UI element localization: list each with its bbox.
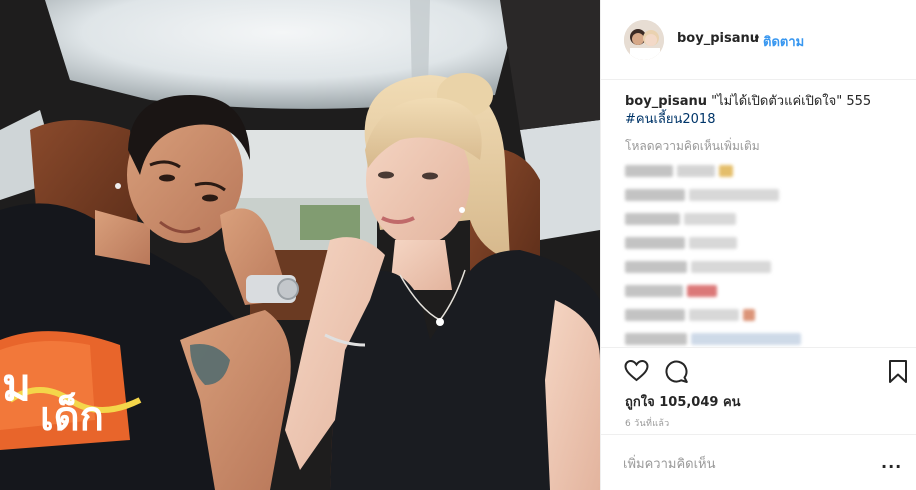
caption-text: "ไม่ได้เปิดตัวแค่เปิดใจ" 555: [711, 94, 872, 109]
bookmark-icon[interactable]: [888, 359, 908, 388]
heart-icon[interactable]: [624, 359, 649, 387]
avatar-image: [624, 20, 664, 60]
post-header: boy_pisanu • ติดตาม: [601, 0, 916, 80]
blurred-comment: [625, 258, 775, 273]
caption-username[interactable]: boy_pisanu: [625, 94, 707, 109]
blurred-comment: [625, 282, 721, 297]
follow-button[interactable]: ติดตาม: [763, 31, 804, 52]
blurred-comment: [625, 330, 805, 345]
avatar[interactable]: [624, 20, 664, 60]
comment-icon[interactable]: [664, 359, 689, 388]
header-separator: •: [753, 31, 761, 46]
blurred-comment: [625, 162, 737, 177]
blurred-comment: [625, 186, 783, 201]
more-icon[interactable]: ...: [881, 453, 902, 472]
post-username[interactable]: boy_pisanu: [677, 31, 759, 46]
likes-count[interactable]: ถูกใจ 105,049 คน: [625, 391, 741, 412]
action-bar: [601, 347, 916, 391]
svg-text:ม: ม: [2, 360, 31, 411]
comment-input[interactable]: [623, 454, 853, 474]
caption-hashtag[interactable]: #คนเลี้ยน2018: [625, 112, 715, 127]
blurred-comment: [625, 306, 759, 321]
post-photo[interactable]: ม เด็ก: [0, 0, 600, 490]
caption: boy_pisanu "ไม่ได้เปิดตัวแค่เปิดใจ" 555 …: [625, 93, 895, 129]
blurred-comment: [625, 234, 741, 249]
post-side-panel: boy_pisanu • ติดตาม boy_pisanu "ไม่ได้เป…: [600, 0, 916, 490]
post-timestamp[interactable]: 6 วันที่แล้ว: [625, 416, 670, 430]
blurred-comment: [625, 210, 740, 225]
svg-text:เด็ก: เด็ก: [40, 391, 104, 440]
load-more-comments[interactable]: โหลดความคิดเห็นเพิ่มเติม: [625, 137, 760, 156]
comment-bar: ...: [601, 434, 916, 490]
couple-in-car-photo: ม เด็ก: [0, 0, 600, 490]
